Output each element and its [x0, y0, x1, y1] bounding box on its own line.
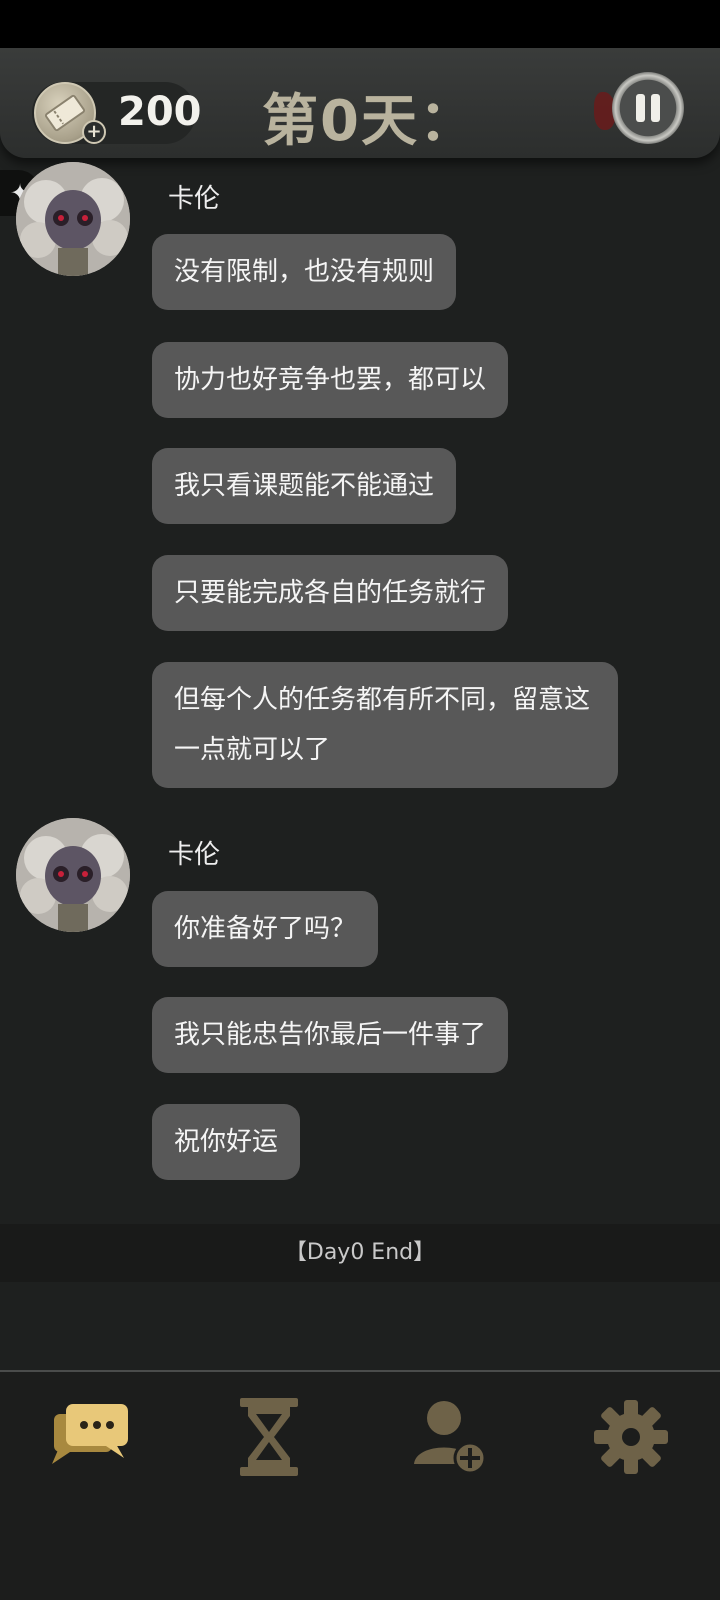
message-bubble: 祝你好运	[152, 1104, 301, 1180]
pause-button[interactable]	[612, 72, 684, 144]
day-title: 第0天：	[262, 89, 477, 154]
pause-icon	[636, 94, 645, 122]
day-end-banner: 【Day0 End】	[0, 1224, 720, 1282]
status-bar	[0, 0, 720, 48]
sender-name: 卡伦	[168, 184, 221, 214]
ticket-count: 200	[118, 89, 202, 135]
avatar[interactable]	[16, 818, 130, 932]
message-bubble: 我只看课题能不能通过	[152, 448, 457, 524]
chat-icon	[52, 1404, 128, 1464]
nav-add-friend[interactable]	[404, 1392, 494, 1482]
message-bubble: 我只能忠告你最后一件事了	[152, 997, 509, 1073]
nav-settings[interactable]	[586, 1392, 676, 1482]
message-bubble: 协力也好竞争也罢，都可以	[152, 342, 509, 418]
nav-chat[interactable]	[46, 1392, 136, 1482]
hourglass-icon	[240, 1398, 298, 1476]
message-bubble: 只要能完成各自的任务就行	[152, 555, 509, 631]
gear-icon	[594, 1400, 668, 1474]
message-bubble: 没有限制，也没有规则	[152, 234, 457, 310]
nav-hourglass[interactable]	[224, 1392, 314, 1482]
message-bubble: 但每个人的任务都有所不同，留意这一点就可以了	[152, 662, 618, 788]
message-bubble: 你准备好了吗？	[152, 891, 379, 967]
sender-name: 卡伦	[168, 840, 221, 870]
avatar[interactable]	[16, 162, 130, 276]
add-friend-icon	[414, 1401, 487, 1475]
add-ticket-icon[interactable]: +	[82, 120, 106, 144]
